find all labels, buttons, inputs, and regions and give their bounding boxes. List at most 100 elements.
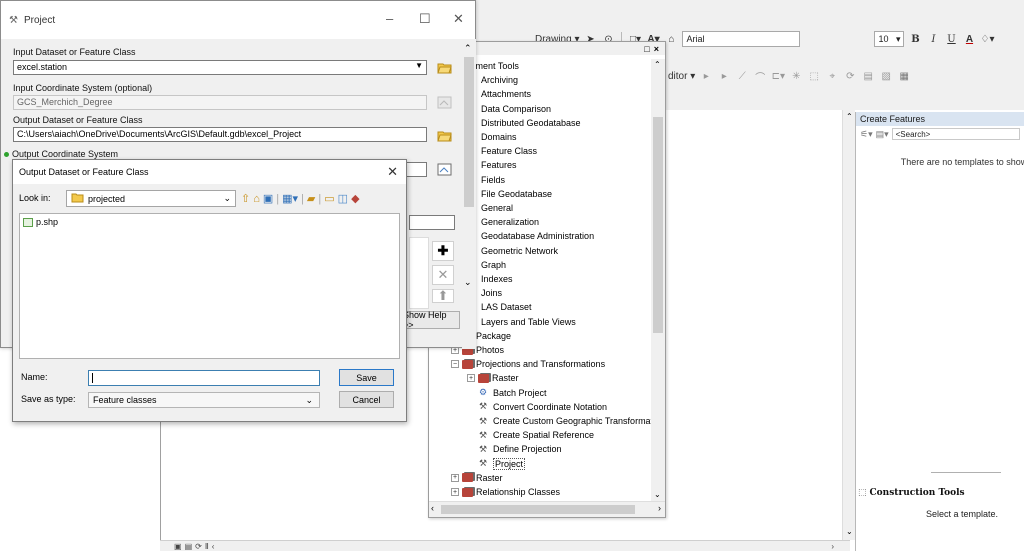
show-help-button[interactable]: Show Help >> <box>402 310 460 330</box>
toolbox-tree-item[interactable]: ⚒ Define Projection <box>479 442 562 456</box>
scroll-left-icon[interactable]: ‹ <box>212 542 215 551</box>
data-view-icon[interactable]: ▣ <box>174 542 182 551</box>
close-icon[interactable]: ✕ <box>387 164 398 180</box>
dialog-vertical-scrollbar[interactable]: ⌃ ⌄ <box>462 39 476 349</box>
output-dataset-field[interactable]: C:\Users\aiach\OneDrive\Documents\ArcGIS… <box>13 127 427 142</box>
fill-color-icon[interactable]: ♢▾ <box>980 31 994 47</box>
pause-drawing-icon[interactable]: Ⅱ <box>205 542 209 551</box>
toolbox-tree-item[interactable]: ⚒ Convert Coordinate Notation <box>479 400 607 414</box>
toolbox-tree-item[interactable]: Joins <box>481 286 502 300</box>
chevron-down-icon[interactable]: ⌄ <box>223 193 231 204</box>
toolbox-tree-item[interactable]: Distributed Geodatabase <box>481 116 581 130</box>
add-icon[interactable]: ✚ <box>432 241 454 261</box>
toolbox-tree-item[interactable]: Geometric Network <box>481 244 558 258</box>
scroll-left-icon[interactable]: ‹ <box>431 503 434 513</box>
transformation-field[interactable] <box>409 215 455 230</box>
scrollbar-thumb[interactable] <box>653 117 663 333</box>
maximize-icon[interactable]: ☐ <box>419 11 431 27</box>
file-list[interactable]: p.shp <box>19 213 400 359</box>
browse-folder-icon[interactable] <box>436 59 453 76</box>
scroll-down-icon[interactable]: ⌄ <box>654 490 661 499</box>
font-color-button[interactable]: A <box>962 31 976 47</box>
organize-templates-icon[interactable]: ⚟▾ <box>860 129 873 140</box>
expand-icon[interactable]: + <box>451 473 459 482</box>
toolbox-tree-item[interactable]: + Relationship Classes <box>451 485 560 499</box>
spatial-reference-properties-icon[interactable] <box>436 161 453 178</box>
toolbox-vertical-scrollbar[interactable]: ⌃ ⌄ <box>651 59 665 501</box>
end-point-arc-icon[interactable]: ⌒ <box>753 68 767 84</box>
toolbox-tree-item[interactable]: Features <box>481 158 517 172</box>
scroll-up-icon[interactable]: ⌃ <box>846 112 853 121</box>
toolbox-tree-item[interactable]: Generalization <box>481 215 539 229</box>
dropdown-arrow-icon[interactable]: ▼ <box>415 61 423 70</box>
expand-icon[interactable]: + <box>451 488 459 496</box>
scroll-down-icon[interactable]: ⌄ <box>464 277 472 288</box>
layout-view-icon[interactable]: ▤ <box>185 542 193 551</box>
rotate-tool-icon[interactable]: ⟳ <box>843 68 857 84</box>
font-size-select[interactable]: 10 ▾ <box>874 31 905 47</box>
remove-icon[interactable]: ✕ <box>432 265 454 285</box>
toolbox-tree-item[interactable]: Geodatabase Administration <box>481 229 594 243</box>
italic-button[interactable]: I <box>926 31 940 47</box>
toolbox-tree-item[interactable]: Data Comparison <box>481 102 551 116</box>
bold-button[interactable]: B <box>908 31 922 47</box>
map-horizontal-scrollbar[interactable]: ▣ ▤ ⟳ Ⅱ ‹ › <box>160 540 850 551</box>
save-as-type-select[interactable]: Feature classes ⌄ <box>88 392 320 408</box>
minimize-icon[interactable]: – <box>386 11 393 26</box>
toolbox-tree-item[interactable]: File Geodatabase <box>481 187 552 201</box>
catalog-icon[interactable]: ◫ <box>338 192 348 205</box>
create-features-icon[interactable]: ▦ <box>897 68 911 84</box>
toolbox-tree-item[interactable]: + Raster <box>451 471 503 485</box>
scroll-up-icon[interactable]: ⌃ <box>464 43 472 54</box>
toolbox-tree-item[interactable]: LAS Dataset <box>481 300 532 314</box>
new-folder-icon[interactable]: ▰ <box>307 192 315 205</box>
cancel-button[interactable]: Cancel <box>339 391 394 408</box>
chevron-down-icon[interactable]: ⌄ <box>305 395 313 406</box>
scroll-right-icon[interactable]: › <box>658 503 661 513</box>
input-cs-field[interactable]: GCS_Merchich_Degree <box>13 95 427 110</box>
collapse-icon[interactable]: − <box>451 360 459 369</box>
toolbox-tree-item[interactable]: General <box>481 201 513 215</box>
home-folder-icon[interactable]: ⌂ <box>253 193 260 205</box>
point-icon[interactable]: ✳ <box>789 68 803 84</box>
straight-segment-icon[interactable]: ⟋ <box>735 68 749 84</box>
toolbox-horizontal-scrollbar[interactable]: ‹ › <box>429 501 665 517</box>
toolbox-tree-item[interactable]: Archiving <box>481 73 518 87</box>
name-input[interactable] <box>88 370 320 386</box>
toolbox-tree-item[interactable]: ⚙ Batch Project <box>479 386 547 400</box>
close-pane-icon[interactable]: × <box>654 44 659 54</box>
scroll-down-icon[interactable]: ⌄ <box>846 527 853 536</box>
toolbox-tree-item[interactable]: ⚒ Create Custom Geographic Transformation <box>479 414 651 428</box>
split-tool-icon[interactable]: ⌖ <box>825 68 839 84</box>
trace-icon[interactable]: ⊏▾ <box>771 68 785 84</box>
toolbox-tree-item[interactable]: ⚒ Create Spatial Reference <box>479 428 594 442</box>
scrollbar-thumb[interactable] <box>441 505 635 514</box>
underline-button[interactable]: U <box>944 31 958 47</box>
spatial-reference-properties-icon[interactable] <box>436 94 453 111</box>
toolbox-tree-item[interactable]: + Raster <box>467 371 519 385</box>
panel-splitter[interactable] <box>931 472 1001 473</box>
maximize-pane-icon[interactable]: □ <box>644 44 649 54</box>
move-up-icon[interactable]: ⬆ <box>432 288 454 303</box>
list-item[interactable]: p.shp <box>23 217 58 227</box>
toolbox-tree-item[interactable]: Fields <box>481 173 505 187</box>
browse-folder-icon[interactable] <box>436 127 453 144</box>
transformation-list[interactable] <box>409 237 429 309</box>
folder-icon[interactable]: ▭ <box>324 192 334 205</box>
template-search-input[interactable]: <Search> <box>891 128 1020 140</box>
scroll-right-icon[interactable]: › <box>831 542 834 551</box>
view-options-icon[interactable]: ▦▾ <box>282 192 298 205</box>
sketch-properties-icon[interactable]: ▧ <box>879 68 893 84</box>
edit-tool-icon[interactable]: ▸ <box>699 68 713 84</box>
toolbox-tree-item[interactable]: Domains <box>481 130 517 144</box>
attributes-icon[interactable]: ▤ <box>861 68 875 84</box>
toolbox-tree-item[interactable]: Feature Class <box>481 144 537 158</box>
scrollbar-thumb[interactable] <box>464 57 474 207</box>
scroll-up-icon[interactable]: ⌃ <box>654 60 661 69</box>
close-icon[interactable]: ✕ <box>453 11 464 27</box>
refresh-icon[interactable]: ⟳ <box>195 542 202 551</box>
toolbox-tree-item[interactable]: Attachments <box>481 87 531 101</box>
look-in-select[interactable]: projected ⌄ <box>66 190 236 207</box>
template-view-icon[interactable]: ▤▾ <box>876 129 889 140</box>
toolbox-tree-item[interactable]: Indexes <box>481 272 513 286</box>
